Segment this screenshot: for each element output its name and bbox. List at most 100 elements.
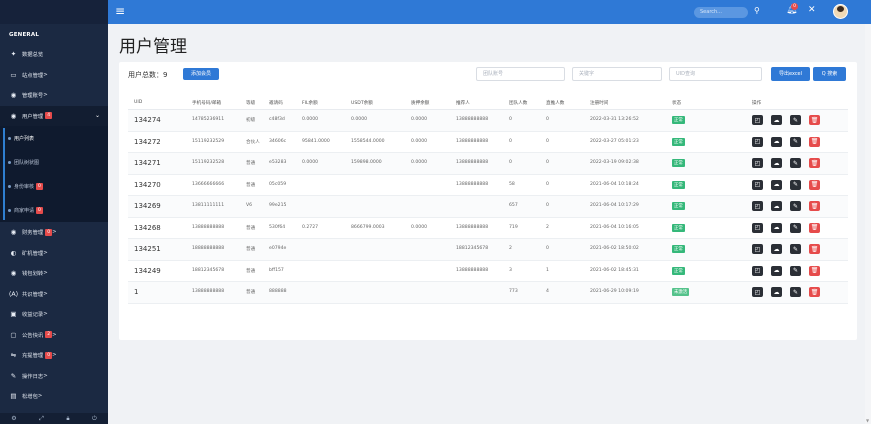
team-icon[interactable]: ☁ [771, 158, 782, 168]
team-icon[interactable]: ☁ [771, 115, 782, 125]
bullet-dot [8, 160, 11, 164]
row-actions: ◰ ☁ ✎ 🗑︎ [752, 201, 820, 211]
delete-icon[interactable]: 🗑︎ [809, 222, 820, 233]
sidebar-item[interactable]: ◉ 钱包划转 > [0, 263, 108, 284]
lock-icon[interactable]: 🔒︎ [66, 415, 69, 423]
team-account-input[interactable]: 团队账号 [476, 67, 565, 81]
search-button[interactable]: Q 搜索 [813, 67, 846, 81]
scroll-down-arrow-icon[interactable]: ▼ [866, 418, 869, 423]
delete-icon[interactable]: 🗑︎ [809, 179, 820, 190]
sidebar-item-label: 管理账号 [22, 93, 44, 100]
sidebar-subitem-badge: 0 [36, 206, 43, 214]
team-icon[interactable]: ☁ [771, 244, 782, 254]
sidebar-subitem[interactable]: 商家申请 0 [0, 198, 108, 222]
sidebar-item-label: 收益记录 [22, 312, 44, 319]
view-icon[interactable]: ◰ [752, 179, 763, 190]
team-icon[interactable]: ☁ [771, 287, 782, 297]
row-actions: ◰ ☁ ✎ 🗑︎ [752, 158, 820, 168]
cell-ref: 13888888888 [456, 267, 489, 273]
sidebar-item-arrow: > [43, 270, 48, 277]
sidebar-item[interactable]: ◐ 矿机管理 > [0, 243, 108, 264]
user-avatar[interactable] [833, 4, 848, 19]
cell-team: 719 [509, 224, 518, 230]
view-icon[interactable]: ◰ [752, 265, 763, 276]
cell-team: 0 [509, 117, 512, 122]
export-excel-button[interactable]: 导出excel [771, 67, 810, 81]
view-icon[interactable]: ◰ [752, 115, 763, 125]
sidebar-section-title: GENERAL [9, 32, 40, 38]
edit-icon[interactable]: ✎ [790, 222, 801, 233]
sidebar-item-arrow: > [43, 311, 48, 318]
view-icon[interactable]: ◰ [752, 222, 763, 233]
top-search-input[interactable]: Search... [694, 7, 748, 18]
column-header: 团队人数 [509, 101, 528, 106]
cell-fil: 95841.0000 [302, 138, 330, 144]
package-icon: ▤ [10, 392, 17, 401]
cell-usdt: 0.0000 [351, 117, 368, 122]
view-icon[interactable]: ◰ [752, 158, 763, 168]
delete-icon[interactable]: 🗑︎ [809, 115, 820, 125]
delete-icon[interactable]: 🗑︎ [809, 136, 820, 147]
sidebar-item[interactable]: ▣ 收益记录 > [0, 304, 108, 325]
page-scrollbar[interactable]: ▼ [865, 24, 871, 424]
sidebar-subitem[interactable]: 团队树状图 [0, 150, 108, 174]
sidebar-item[interactable]: ▢ 公告快讯 2 > [0, 325, 108, 346]
cell-uid: 134274 [134, 116, 161, 124]
notification-count-badge: 0 [791, 3, 798, 10]
sidebar-item-label: 公告快讯 [22, 332, 44, 339]
sidebar-item[interactable]: ✦ 数据总览 [0, 44, 108, 65]
sidebar-item[interactable]: ◉ 管理账号 > [0, 85, 108, 106]
sidebar-item[interactable]: ✎ 操作日志 > [0, 366, 108, 387]
sidebar-item[interactable]: ▤ 松增包 > [0, 386, 108, 407]
search-icon[interactable]: ⚲ [754, 6, 760, 15]
settings-icon[interactable]: ⚙ [11, 415, 16, 422]
view-icon[interactable]: ◰ [752, 244, 763, 254]
fullscreen-icon[interactable]: ✕ [808, 5, 816, 15]
view-icon[interactable]: ◰ [752, 201, 763, 211]
delete-icon[interactable]: 🗑︎ [809, 287, 820, 297]
edit-icon[interactable]: ✎ [790, 287, 801, 297]
edit-icon[interactable]: ✎ [790, 136, 801, 147]
add-member-button[interactable]: 添加会员 [183, 68, 219, 80]
sidebar-subitem[interactable]: 身份审核 0 [0, 174, 108, 198]
sidebar-item[interactable]: ◉ 用户管理 4 ⌄ [0, 105, 108, 126]
delete-icon[interactable]: 🗑︎ [809, 265, 820, 276]
keyword-input[interactable]: 关键字 [572, 67, 662, 81]
expand-icon[interactable]: ⤢ [39, 415, 44, 423]
delete-icon[interactable]: 🗑︎ [809, 201, 820, 211]
sidebar-item[interactable]: ▭ 站点管理 > [0, 65, 108, 86]
user-icon: ◉ [10, 228, 17, 237]
team-icon[interactable]: ☁ [771, 265, 782, 276]
cell-uid: 1 [134, 288, 139, 296]
view-icon[interactable]: ◰ [752, 136, 763, 147]
cell-level: 普通 [246, 290, 256, 295]
delete-icon[interactable]: 🗑︎ [809, 158, 820, 168]
team-icon[interactable]: ☁ [771, 222, 782, 233]
column-header: UID [134, 100, 143, 105]
cell-level: 普通 [246, 247, 256, 252]
edit-icon[interactable]: ✎ [790, 265, 801, 276]
edit-icon[interactable]: ✎ [790, 179, 801, 190]
uid-search-input[interactable]: UID查询 [669, 67, 762, 81]
edit-icon[interactable]: ✎ [790, 158, 801, 168]
hamburger-menu-icon[interactable]: ≡ [115, 5, 125, 17]
sidebar-item[interactable]: ⟨A⟩ 共识管理 > [0, 284, 108, 305]
sidebar-item-badge: 0 [45, 228, 53, 236]
cell-time: 2021-06-02 18:45:31 [590, 267, 639, 273]
delete-icon[interactable]: 🗑︎ [809, 244, 820, 254]
team-icon[interactable]: ☁ [771, 201, 782, 211]
edit-icon[interactable]: ✎ [790, 201, 801, 211]
cell-level: 普通 [246, 182, 256, 188]
sidebar-item[interactable]: ⇋ 充提管理 0 > [0, 345, 108, 366]
user-icon: ◉ [10, 91, 17, 100]
cell-phone: 13811111111 [192, 203, 225, 208]
view-icon[interactable]: ◰ [752, 287, 763, 297]
team-icon[interactable]: ☁ [771, 179, 782, 190]
sidebar-item[interactable]: ◉ 财务管理 0 > [0, 222, 108, 243]
power-icon[interactable]: ⏻ [92, 415, 97, 423]
cell-uid: 134272 [134, 137, 161, 146]
edit-icon[interactable]: ✎ [790, 115, 801, 125]
team-icon[interactable]: ☁ [771, 136, 782, 147]
sidebar-subitem[interactable]: 用户列表 [0, 126, 108, 150]
edit-icon[interactable]: ✎ [790, 244, 801, 254]
